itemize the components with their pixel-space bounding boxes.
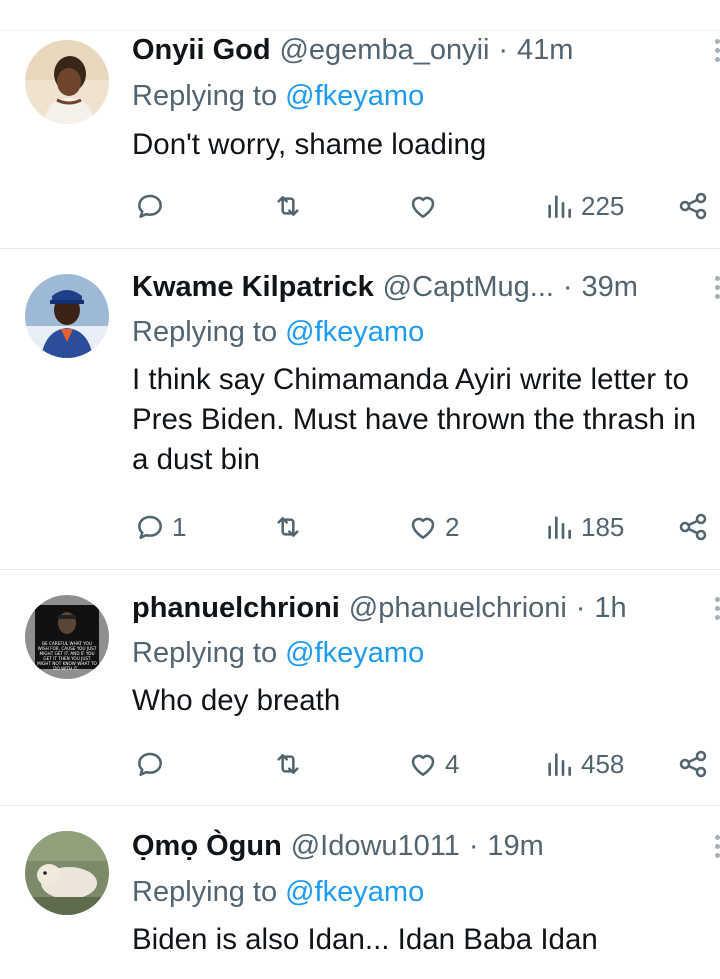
reply-item[interactable]: Ọmọ Ògun @Idowu1011 · 19m Replying to @f… (0, 806, 720, 979)
tweet-text: Biden is also Idan... Idan Baba Idan (132, 923, 598, 956)
reply-item[interactable]: Onyii God @egemba_onyii · 41m Replying t… (0, 0, 720, 248)
separator-dot: · (468, 830, 479, 862)
share-icon (679, 750, 707, 778)
avatar[interactable] (25, 40, 109, 124)
user-handle[interactable]: @CaptMug... (383, 271, 554, 303)
retweet-button[interactable] (272, 509, 310, 545)
user-handle[interactable]: @phanuelchrioni (349, 592, 567, 624)
tweet-text: Don't worry, shame loading (132, 128, 487, 161)
reply-item[interactable]: BE CAREFUL WHAT YOU WISH FOR, CAUSE YOU … (0, 570, 720, 805)
reply-button[interactable] (134, 188, 172, 224)
like-count: 4 (445, 748, 460, 779)
retweet-icon (277, 517, 299, 537)
views-icon (548, 516, 571, 539)
retweet-icon (277, 196, 299, 216)
reply-icon (138, 752, 162, 776)
avatar-caption-line: DO WITH IT... (53, 666, 81, 671)
timestamp[interactable]: 41m (517, 34, 573, 66)
user-handle[interactable]: @Idowu1011 (291, 830, 460, 862)
like-button[interactable]: 4 (407, 746, 459, 782)
more-icon[interactable] (712, 32, 720, 68)
mention-link[interactable]: @fkeyamo (285, 876, 424, 908)
more-icon[interactable] (712, 269, 720, 305)
retweet-button[interactable] (272, 746, 310, 782)
retweet-button[interactable] (272, 188, 310, 224)
share-icon (679, 513, 707, 541)
replying-to-label: Replying to (132, 316, 278, 348)
like-count: 2 (445, 511, 460, 542)
reply-icon (138, 194, 162, 218)
avatar-image (25, 274, 109, 358)
replying-to-line: Replying to @fkeyamo (132, 874, 424, 910)
replying-to-line: Replying to @fkeyamo (132, 78, 424, 114)
reply-header: Kwame Kilpatrick @CaptMug... · 39m (132, 269, 638, 305)
avatar[interactable] (25, 831, 109, 915)
display-name[interactable]: Ọmọ Ògun (132, 830, 282, 862)
heart-icon (411, 754, 435, 776)
replying-to-label: Replying to (132, 637, 278, 669)
share-button[interactable] (677, 746, 709, 782)
reply-count: 1 (172, 511, 187, 542)
mention-link[interactable]: @fkeyamo (285, 637, 424, 669)
view-count: 225 (581, 190, 625, 221)
replying-to-line: Replying to @fkeyamo (132, 635, 424, 671)
avatar-image (25, 40, 109, 124)
user-handle[interactable]: @egemba_onyii (279, 34, 489, 66)
view-count: 185 (581, 511, 625, 542)
timestamp[interactable]: 39m (581, 271, 637, 303)
replying-to-label: Replying to (132, 876, 278, 908)
tweet-text: I think say Chimamanda Ayiri write lette… (132, 363, 705, 476)
replies-feed: Onyii God @egemba_onyii · 41m Replying t… (0, 0, 720, 979)
tweet-text: Who dey breath (132, 684, 341, 717)
reply-header: phanuelchrioni @phanuelchrioni · 1h (132, 590, 627, 626)
heart-icon (411, 196, 435, 218)
timestamp[interactable]: 1h (594, 592, 626, 624)
reply-header: Ọmọ Ògun @Idowu1011 · 19m (132, 828, 544, 864)
share-icon (679, 192, 707, 220)
separator-dot: · (498, 34, 509, 66)
reply-header: Onyii God @egemba_onyii · 41m (132, 32, 573, 68)
views-button[interactable]: 225 (543, 188, 624, 224)
views-button[interactable]: 458 (543, 746, 624, 782)
share-button[interactable] (677, 188, 709, 224)
avatar-image: BE CAREFUL WHAT YOU WISH FOR, CAUSE YOU … (25, 595, 109, 679)
display-name[interactable]: Kwame Kilpatrick (132, 271, 374, 303)
reply-button[interactable] (134, 746, 172, 782)
avatar-image (25, 831, 109, 915)
views-button[interactable]: 185 (543, 509, 624, 545)
separator-dot: · (575, 592, 586, 624)
replying-to-label: Replying to (132, 80, 278, 112)
view-count: 458 (581, 748, 625, 779)
display-name[interactable]: Onyii God (132, 34, 271, 66)
timestamp[interactable]: 19m (487, 830, 543, 862)
mention-link[interactable]: @fkeyamo (285, 80, 424, 112)
retweet-icon (277, 754, 299, 774)
views-icon (548, 195, 571, 218)
mention-link[interactable]: @fkeyamo (285, 316, 424, 348)
display-name[interactable]: phanuelchrioni (132, 592, 340, 624)
views-icon (548, 753, 571, 776)
replying-to-line: Replying to @fkeyamo (132, 314, 424, 350)
avatar[interactable] (25, 274, 109, 358)
like-button[interactable]: 2 (407, 509, 459, 545)
like-button[interactable] (407, 188, 445, 224)
more-icon[interactable] (712, 590, 720, 626)
separator-dot: · (562, 271, 573, 303)
share-button[interactable] (677, 509, 709, 545)
reply-icon (138, 515, 162, 539)
heart-icon (411, 517, 435, 539)
reply-button[interactable]: 1 (134, 509, 186, 545)
more-icon[interactable] (712, 828, 720, 864)
reply-item[interactable]: Kwame Kilpatrick @CaptMug... · 39m Reply… (0, 249, 720, 569)
avatar[interactable]: BE CAREFUL WHAT YOU WISH FOR, CAUSE YOU … (25, 595, 109, 679)
